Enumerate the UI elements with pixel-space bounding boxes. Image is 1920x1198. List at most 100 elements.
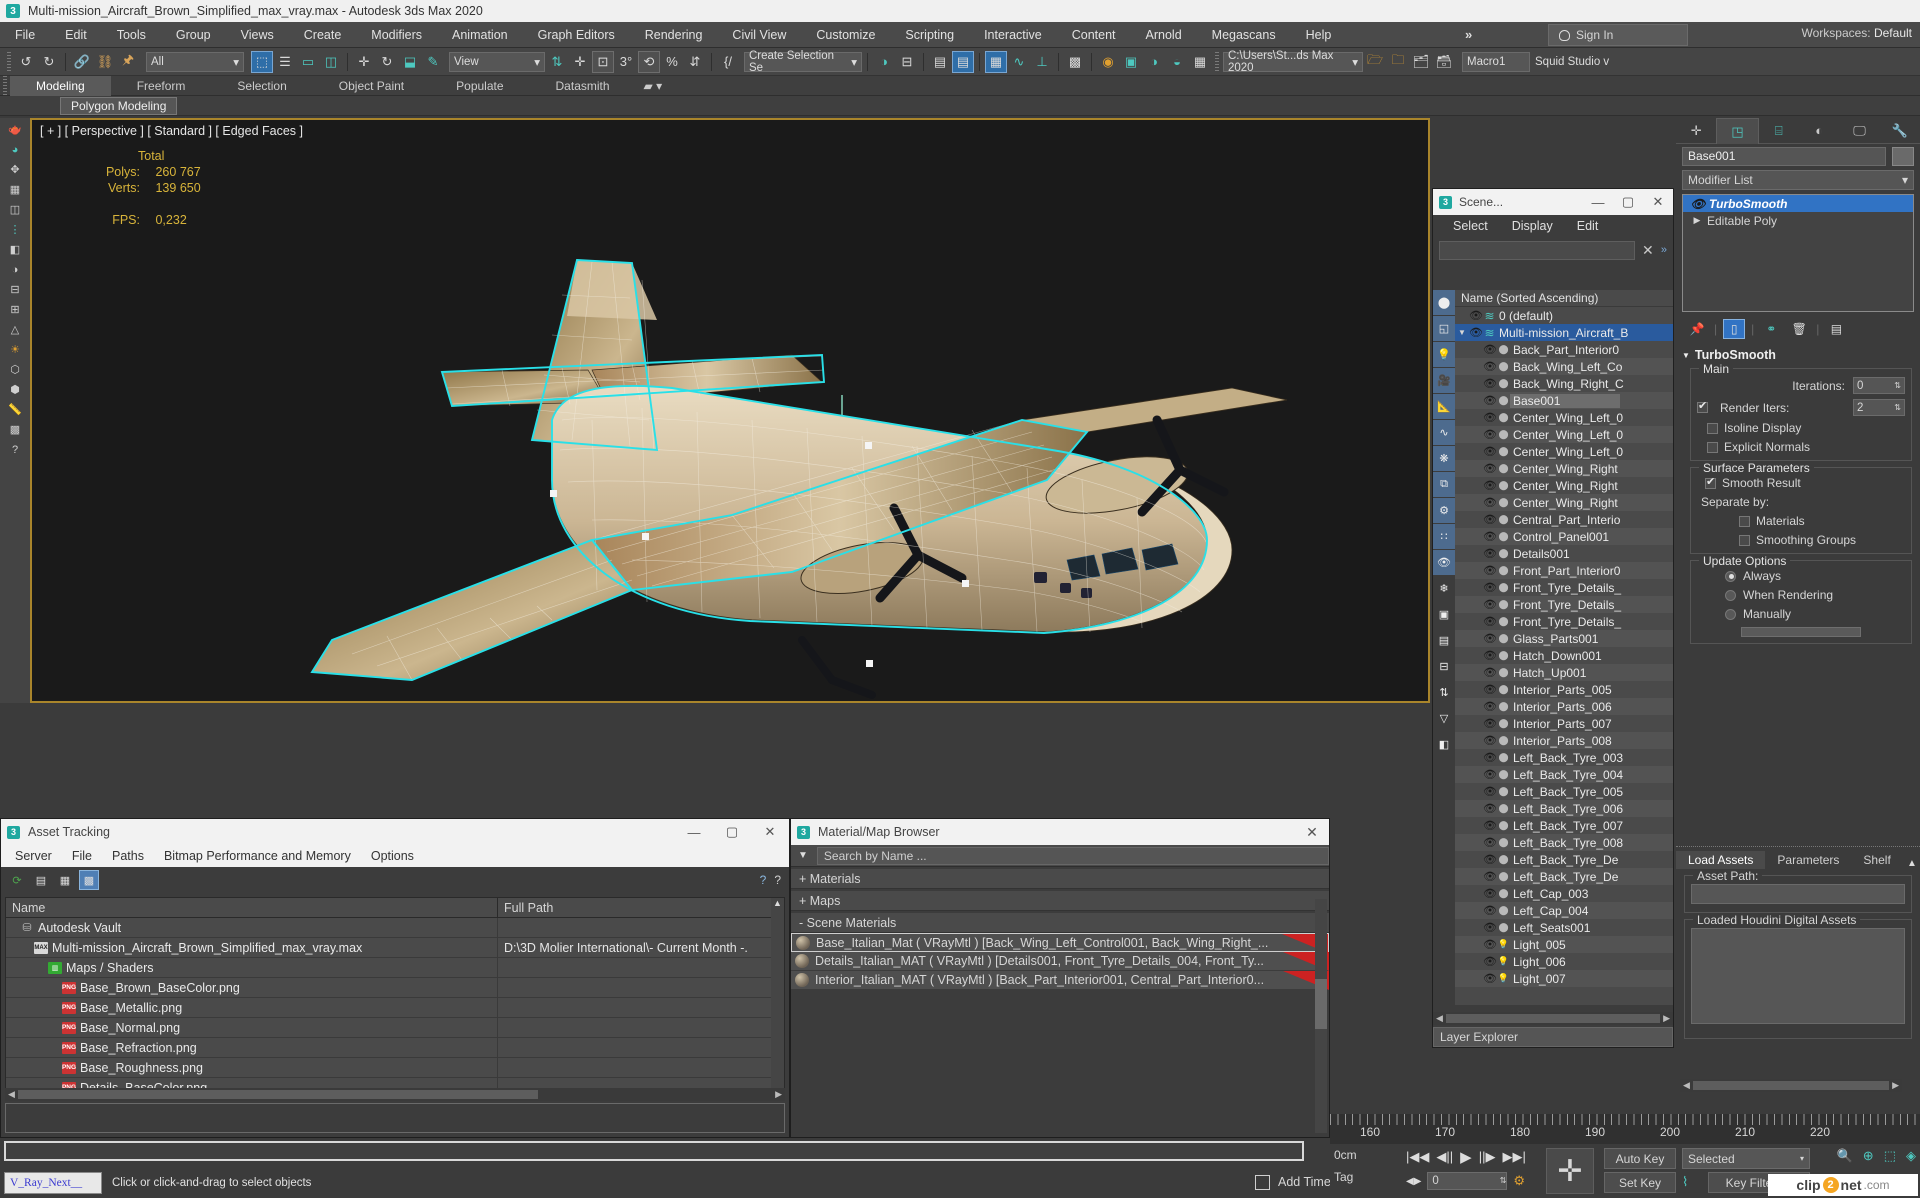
configure-modifier-sets-icon[interactable]: ▤ bbox=[1825, 319, 1847, 339]
visibility-eye-icon[interactable]: 👁 bbox=[1483, 955, 1497, 968]
scene-explorer-menu-display[interactable]: Display bbox=[1500, 219, 1565, 233]
ribbon-datasmith-dropdown-icon[interactable]: ▰ ▾ bbox=[636, 76, 671, 96]
tab-hierarchy[interactable]: ⌸ bbox=[1759, 118, 1799, 144]
scene-node-multi-mission-aircraft-b[interactable]: ▼👁≋Multi-mission_Aircraft_B bbox=[1455, 324, 1673, 341]
filter-frozen-icon[interactable]: ❄ bbox=[1433, 576, 1455, 602]
visibility-eye-icon[interactable]: 👁 bbox=[1483, 819, 1497, 832]
visibility-eye-icon[interactable]: 👁 bbox=[1483, 564, 1497, 577]
filter-selected-icon[interactable]: ⊟ bbox=[1433, 654, 1455, 680]
teapot-icon[interactable]: 🫖 bbox=[3, 120, 27, 139]
time-configuration-icon[interactable]: ⚙ bbox=[1513, 1173, 1525, 1189]
workspaces-selector[interactable]: Workspaces: Default bbox=[1801, 26, 1912, 40]
scene-node-left-back-tyre-003[interactable]: 👁⬤Left_Back_Tyre_003 bbox=[1455, 749, 1673, 766]
selection-filter-dropdown[interactable]: All▾ bbox=[146, 52, 244, 72]
layer-explorer-label[interactable]: Layer Explorer bbox=[1433, 1027, 1673, 1047]
filter-cameras-icon[interactable]: 🎥 bbox=[1433, 368, 1455, 394]
scene-node-left-seats001[interactable]: 👁⬤Left_Seats001 bbox=[1455, 919, 1673, 936]
squid-studio-label[interactable]: Squid Studio v bbox=[1531, 52, 1641, 72]
visibility-eye-icon[interactable]: 👁 bbox=[1483, 445, 1497, 458]
menu-item-scripting[interactable]: Scripting bbox=[890, 22, 969, 48]
curve-editor-icon[interactable]: ∿ bbox=[1008, 51, 1030, 73]
ribbon-tab-modeling[interactable]: Modeling bbox=[10, 76, 111, 96]
set-project-icon[interactable]: 🗂 bbox=[1410, 51, 1432, 73]
menu-item-graph-editors[interactable]: Graph Editors bbox=[523, 22, 630, 48]
asset-menu-bitmap[interactable]: Bitmap Performance and Memory bbox=[154, 849, 361, 863]
modifier-stack-item-turbosmooth[interactable]: 👁 TurboSmooth bbox=[1683, 195, 1913, 212]
scene-explorer-menu-select[interactable]: Select bbox=[1441, 219, 1500, 233]
tab-motion[interactable]: ◐ bbox=[1799, 118, 1839, 144]
rollup-header[interactable]: ▼ TurboSmooth bbox=[1682, 348, 1914, 362]
scene-node-center-wing-right[interactable]: 👁⬤Center_Wing_Right bbox=[1455, 460, 1673, 477]
zoom-all-icon[interactable]: ⊕ bbox=[1863, 1148, 1874, 1164]
scene-node-left-back-tyre-006[interactable]: 👁⬤Left_Back_Tyre_006 bbox=[1455, 800, 1673, 817]
materials-checkbox[interactable] bbox=[1739, 516, 1750, 527]
select-and-link-icon[interactable]: 🔗 bbox=[71, 51, 93, 73]
filter-helpers-icon[interactable]: 📐 bbox=[1433, 394, 1455, 420]
visibility-eye-icon[interactable]: 👁 bbox=[1483, 394, 1497, 407]
modifier-list-dropdown[interactable]: Modifier List ▾ bbox=[1682, 170, 1914, 190]
next-frame-icon[interactable]: ||▶ bbox=[1479, 1149, 1496, 1165]
ribbon-tab-object-paint[interactable]: Object Paint bbox=[313, 76, 430, 96]
snapshot-icon[interactable]: ◫ bbox=[3, 200, 27, 219]
visibility-eye-icon[interactable]: 👁 bbox=[1483, 530, 1497, 543]
menu-item-megascans[interactable]: Megascans bbox=[1197, 22, 1291, 48]
isoline-display-checkbox[interactable] bbox=[1707, 423, 1718, 434]
asset-row[interactable]: MAXMulti-mission_Aircraft_Brown_Simplifi… bbox=[6, 938, 784, 958]
menu-item-create[interactable]: Create bbox=[289, 22, 357, 48]
show-end-result-icon[interactable]: ▯ bbox=[1723, 319, 1745, 339]
open-file-icon[interactable]: 🗁 bbox=[1364, 51, 1386, 73]
render-iters-spinner[interactable]: 2 ⇅ bbox=[1853, 399, 1905, 416]
render-iters-checkbox[interactable] bbox=[1697, 402, 1708, 413]
scene-explorer-window[interactable]: 3 Scene... — ▢ ✕ Select Display Edit ✕ »… bbox=[1432, 188, 1674, 1048]
asset-menu-server[interactable]: Server bbox=[5, 849, 62, 863]
material-browser-vertical-scrollbar[interactable] bbox=[1315, 899, 1327, 1133]
update-button[interactable] bbox=[1741, 627, 1861, 637]
select-and-rotate-icon[interactable]: ↻ bbox=[376, 51, 398, 73]
menu-item-tools[interactable]: Tools bbox=[102, 22, 161, 48]
visibility-eye-icon[interactable]: 👁 bbox=[1483, 887, 1497, 900]
list-view-icon[interactable]: ▤ bbox=[31, 870, 51, 890]
previous-frame-icon[interactable]: ◀|| bbox=[1436, 1149, 1453, 1165]
visibility-eye-icon[interactable]: 👁 bbox=[1483, 785, 1497, 798]
scene-explorer-horizontal-scrollbar[interactable]: ◀ ▶ bbox=[1433, 1012, 1673, 1025]
sign-in-button[interactable]: Sign In bbox=[1548, 24, 1688, 46]
scene-node-central-part-interio[interactable]: 👁⬤Central_Part_Interio bbox=[1455, 511, 1673, 528]
visibility-eye-icon[interactable]: 👁 bbox=[1483, 496, 1497, 509]
explicit-normals-checkbox[interactable] bbox=[1707, 442, 1718, 453]
rendered-frame-window-icon[interactable]: ▣ bbox=[1120, 51, 1142, 73]
render-in-cloud-icon[interactable]: ▦ bbox=[1189, 51, 1211, 73]
scene-node-light-006[interactable]: 👁💡Light_006 bbox=[1455, 953, 1673, 970]
scene-materials-list[interactable]: Base_Italian_Mat ( VRayMtl ) [Back_Wing_… bbox=[791, 933, 1329, 990]
scene-node-front-tyre-details-[interactable]: 👁⬤Front_Tyre_Details_ bbox=[1455, 596, 1673, 613]
asset-menu-paths[interactable]: Paths bbox=[102, 849, 154, 863]
filter-customize-icon[interactable]: ◧ bbox=[1433, 732, 1455, 758]
materials-section-header[interactable]: + Materials bbox=[791, 869, 1329, 889]
scene-explorer-close-icon[interactable]: ✕ bbox=[1643, 194, 1673, 210]
visibility-eye-icon[interactable]: 👁 bbox=[1483, 938, 1497, 951]
scene-node-left-back-tyre-de[interactable]: 👁⬤Left_Back_Tyre_De bbox=[1455, 868, 1673, 885]
transform-toolbox-icon[interactable]: ✥ bbox=[3, 160, 27, 179]
help-secondary-icon[interactable]: ? bbox=[774, 873, 781, 887]
tree-view-icon[interactable]: ▦ bbox=[55, 870, 75, 890]
visibility-eye-icon[interactable]: 👁 bbox=[1483, 377, 1497, 390]
menu-item-customize[interactable]: Customize bbox=[801, 22, 890, 48]
set-keys-button[interactable]: ✛ bbox=[1546, 1148, 1594, 1194]
visibility-eye-icon[interactable]: 👁 bbox=[1483, 921, 1497, 934]
scene-node-details001[interactable]: 👁⬤Details001 bbox=[1455, 545, 1673, 562]
filter-groups-icon[interactable]: ❋ bbox=[1433, 446, 1455, 472]
scene-node-front-part-interior0[interactable]: 👁⬤Front_Part_Interior0 bbox=[1455, 562, 1673, 579]
visibility-eye-icon[interactable]: 👁 bbox=[1483, 547, 1497, 560]
scene-node-center-wing-right[interactable]: 👁⬤Center_Wing_Right bbox=[1455, 477, 1673, 494]
scene-material-row[interactable]: Details_Italian_MAT ( VRayMtl ) [Details… bbox=[791, 952, 1329, 971]
make-unique-icon[interactable]: ⚭ bbox=[1760, 319, 1782, 339]
aircraft-model-3d[interactable] bbox=[32, 120, 1430, 703]
scene-node-left-back-tyre-005[interactable]: 👁⬤Left_Back_Tyre_005 bbox=[1455, 783, 1673, 800]
visibility-eye-icon[interactable]: 👁 bbox=[1483, 649, 1497, 662]
render-iterative-icon[interactable]: ◒ bbox=[1166, 51, 1188, 73]
visibility-eye-icon[interactable]: 👁 bbox=[1483, 751, 1497, 764]
visibility-eye-icon[interactable]: 👁 bbox=[1483, 683, 1497, 696]
clear-search-icon[interactable]: ✕ bbox=[1639, 242, 1657, 259]
scene-explorer-minimize-icon[interactable]: — bbox=[1583, 195, 1613, 210]
select-object-icon[interactable]: ⬚ bbox=[251, 51, 273, 73]
asset-tracking-grid[interactable]: Name Full Path ⛁Autodesk VaultMAXMulti-m… bbox=[5, 897, 785, 1097]
